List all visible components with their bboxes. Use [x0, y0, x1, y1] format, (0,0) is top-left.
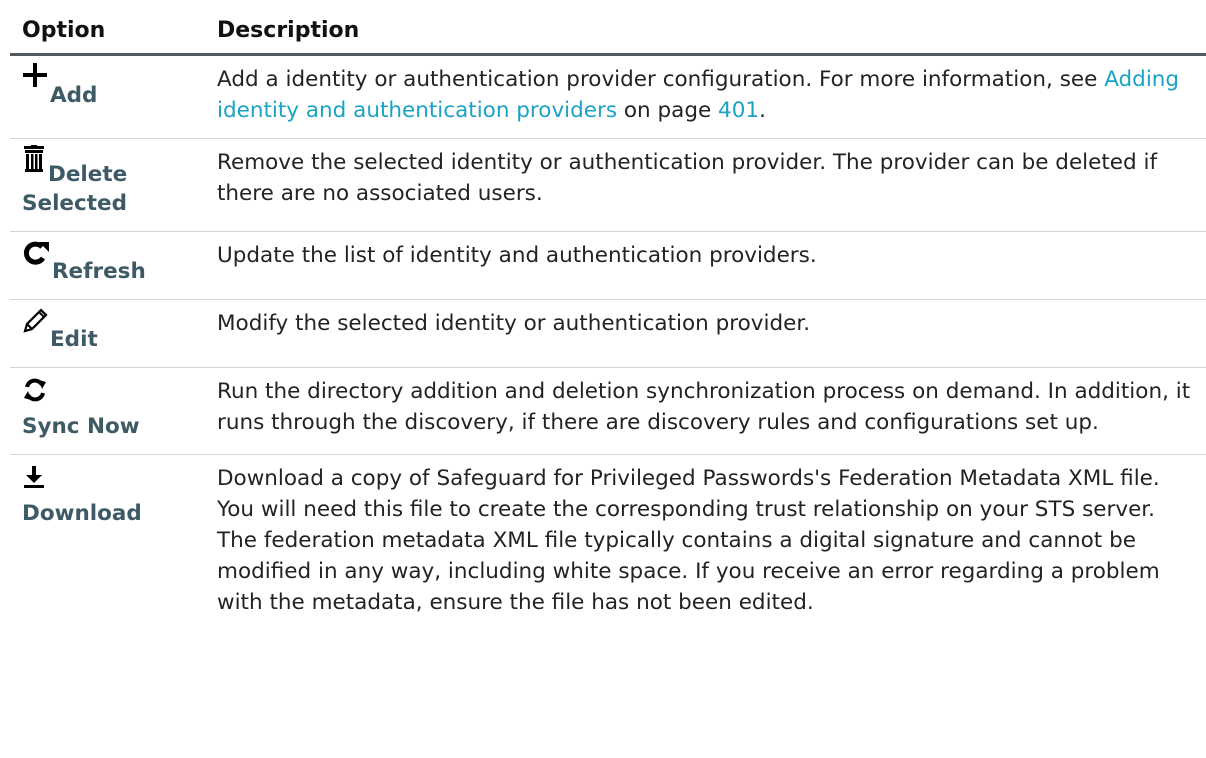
option-cell: Edit	[10, 299, 205, 368]
delete-selected-label-line2: Selected	[22, 191, 128, 216]
table-row: Sync Now Run the directory addition and …	[10, 367, 1206, 455]
option-column-header: Option	[10, 0, 205, 56]
table-row: Edit Modify the selected identity or aut…	[10, 299, 1206, 368]
description-cell: Download a copy of Safeguard for Privile…	[205, 455, 1206, 631]
description-cell: Update the list of identity and authenti…	[205, 231, 1206, 300]
delete-selected-label-line1: Delete	[48, 162, 128, 187]
table-row: Delete Selected Remove the selected iden…	[10, 138, 1206, 232]
description-cell: Add a identity or authentication provide…	[205, 54, 1206, 139]
description-text: Modify the selected identity or authenti…	[217, 311, 811, 336]
download-label: Download	[22, 501, 142, 526]
description-text: .	[759, 98, 766, 123]
option-cell: Delete Selected	[10, 138, 205, 232]
refresh-label: Refresh	[52, 259, 146, 284]
table-row: Add Add a identity or authentication pro…	[10, 54, 1206, 139]
description-cell: Remove the selected identity or authenti…	[205, 138, 1206, 232]
option-cell: Download	[10, 455, 205, 631]
description-text: Update the list of identity and authenti…	[217, 243, 817, 268]
description-text: Run the directory addition and deletion …	[217, 379, 1191, 435]
description-text: Download a copy of Safeguard for Privile…	[217, 466, 1160, 615]
table-row: Download Download a copy of Safeguard fo…	[10, 455, 1206, 631]
option-cell: Refresh	[10, 231, 205, 300]
download-icon[interactable]	[22, 465, 46, 489]
description-text: Add a identity or authentication provide…	[217, 67, 1105, 92]
table-header-row: Option Description	[10, 0, 1206, 56]
sync-icon[interactable]	[22, 378, 48, 402]
options-table: Option Description Add Add a identity or…	[10, 0, 1206, 630]
description-text: Remove the selected identity or authenti…	[217, 150, 1158, 206]
refresh-icon[interactable]	[22, 240, 50, 266]
add-label: Add	[50, 83, 98, 108]
option-cell: Add	[10, 54, 205, 139]
table-row: Refresh Update the list of identity and …	[10, 231, 1206, 300]
description-cell: Modify the selected identity or authenti…	[205, 299, 1206, 368]
plus-icon[interactable]	[22, 62, 48, 88]
page-number-link[interactable]: 401	[718, 98, 759, 123]
description-cell: Run the directory addition and deletion …	[205, 367, 1206, 455]
edit-label: Edit	[50, 327, 98, 352]
option-cell: Sync Now	[10, 367, 205, 455]
description-column-header: Description	[205, 0, 1206, 56]
trash-icon[interactable]	[22, 145, 46, 173]
description-text: on page	[617, 98, 719, 123]
pencil-icon[interactable]	[22, 308, 48, 334]
sync-now-label: Sync Now	[22, 414, 140, 439]
